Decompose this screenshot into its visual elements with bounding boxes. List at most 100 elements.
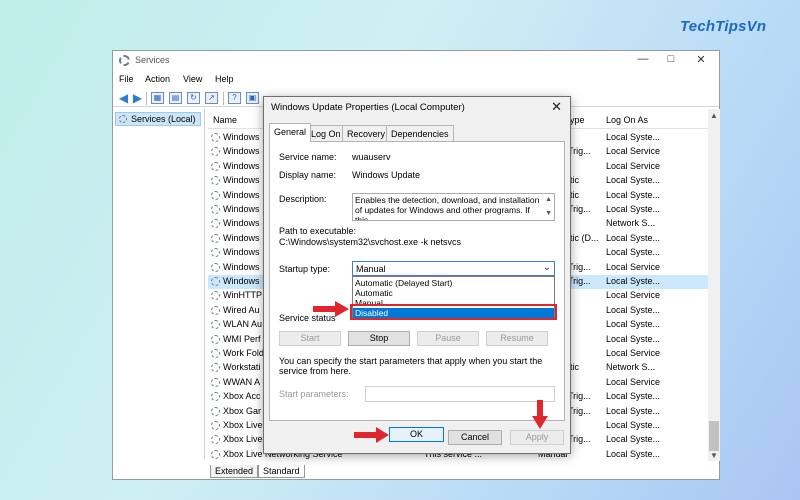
service-name: WLAN Au [223, 319, 263, 330]
path-value: C:\Windows\system32\svchost.exe -k netsv… [279, 237, 462, 247]
menu-file[interactable]: File [119, 74, 134, 84]
show-hide-icon[interactable]: ▣ [246, 92, 259, 104]
service-log-on-as: Local Syste... [606, 391, 661, 402]
minimize-button[interactable]: — [633, 53, 653, 65]
column-header-log-on-as[interactable]: Log On As [606, 115, 648, 125]
service-gear-icon [211, 334, 220, 344]
service-gear-icon [211, 450, 220, 459]
console-tree-icon[interactable]: ▦ [151, 92, 164, 104]
service-name: Xbox Live [223, 434, 263, 445]
service-name: Windows [223, 218, 260, 229]
service-gear-icon [211, 205, 220, 214]
refresh-icon[interactable]: ↻ [187, 92, 200, 104]
display-name-value: Windows Update [352, 170, 421, 180]
vertical-scrollbar[interactable]: ▲ ▼ [708, 109, 720, 461]
description-box[interactable]: Enables the detection, download, and ins… [352, 193, 555, 221]
forward-arrow-icon[interactable]: ▶ [131, 92, 144, 104]
service-log-on-as: Local Service [606, 376, 661, 387]
scroll-up-icon[interactable]: ▲ [545, 195, 552, 205]
general-panel: Service name: wuauserv Display name: Win… [269, 141, 565, 421]
services-gear-icon [119, 115, 127, 123]
view-tabs: Extended Standard [208, 463, 408, 479]
scroll-down-icon[interactable]: ▼ [545, 209, 552, 219]
service-log-on-as: Local Syste... [606, 189, 661, 200]
start-params-label: Start parameters: [279, 389, 349, 399]
tree-item-services-local[interactable]: Services (Local) [115, 112, 201, 126]
ok-button[interactable]: OK [389, 427, 444, 442]
service-gear-icon [211, 305, 220, 315]
service-log-on-as: Local Syste... [606, 276, 661, 286]
description-label: Description: [279, 194, 327, 204]
close-window-button[interactable]: ✕ [691, 53, 711, 66]
path-label: Path to executable: [279, 226, 357, 236]
menu-help[interactable]: Help [215, 74, 234, 84]
pause-button[interactable]: Pause [417, 331, 479, 346]
maximize-button[interactable]: □ [661, 53, 681, 65]
tab-standard[interactable]: Standard [258, 465, 305, 478]
option-automatic[interactable]: Automatic [353, 288, 554, 298]
tab-dependencies[interactable]: Dependencies [386, 125, 454, 141]
menu-view[interactable]: View [183, 74, 202, 84]
service-name: Windows [223, 160, 260, 171]
brand-logo: TechTipsVn [680, 18, 767, 35]
highlight-box [350, 304, 557, 320]
service-log-on-as: Local Service [606, 261, 661, 272]
chevron-down-icon: ⌄ [542, 262, 551, 273]
scroll-thumb[interactable] [709, 421, 719, 451]
tab-extended[interactable]: Extended [210, 465, 259, 478]
service-log-on-as: Local Syste... [606, 304, 661, 315]
service-log-on-as: Local Service [606, 348, 661, 358]
properties-icon[interactable]: ▤ [169, 92, 182, 104]
cancel-button[interactable]: Cancel [448, 430, 502, 445]
service-gear-icon [211, 190, 220, 200]
tab-recovery[interactable]: Recovery [342, 125, 391, 141]
service-name: Wired Au [223, 304, 260, 315]
service-log-on-as: Local Service [606, 146, 661, 157]
resume-button[interactable]: Resume [486, 331, 548, 346]
service-gear-icon [211, 392, 220, 402]
startup-type-label: Startup type: [279, 264, 331, 274]
service-log-on-as: Local Syste... [606, 333, 661, 344]
service-gear-icon [211, 147, 220, 157]
service-name-value: wuauserv [352, 152, 391, 162]
startup-type-select[interactable]: Manual ⌄ [352, 261, 555, 276]
service-log-on-as: Local Syste... [606, 449, 661, 459]
dialog-close-icon[interactable]: ✕ [551, 99, 562, 115]
toolbar-separator [146, 92, 147, 105]
service-name: Windows [223, 247, 260, 258]
column-header-name[interactable]: Name [213, 115, 237, 125]
service-name: Windows [223, 276, 260, 286]
service-log-on-as: Local Syste... [606, 232, 661, 243]
start-button[interactable]: Start [279, 331, 341, 346]
back-arrow-icon[interactable]: ◀ [117, 92, 130, 104]
option-automatic-delayed[interactable]: Automatic (Delayed Start) [353, 278, 554, 288]
service-name: Xbox Live [223, 420, 263, 430]
service-gear-icon [211, 363, 220, 373]
start-params-input[interactable] [365, 386, 555, 402]
service-name: WinHTTP [223, 290, 262, 301]
window-title: Services [135, 55, 170, 65]
scroll-down-icon[interactable]: ▼ [710, 451, 718, 460]
help-icon[interactable]: ? [228, 92, 241, 104]
tab-log-on[interactable]: Log On [306, 125, 346, 141]
menu-action[interactable]: Action [145, 74, 170, 84]
description-text: Enables the detection, download, and ins… [355, 195, 540, 221]
display-name-label: Display name: [279, 170, 337, 180]
service-log-on-as: Local Syste... [606, 405, 661, 416]
export-list-icon[interactable]: ↗ [205, 92, 218, 104]
service-gear-icon [211, 262, 220, 272]
arrow-down-icon [532, 400, 548, 429]
tree-item-label: Services (Local) [131, 114, 196, 124]
tab-general[interactable]: General [269, 123, 312, 142]
scroll-up-icon[interactable]: ▲ [710, 111, 718, 120]
service-name: Xbox Gar [223, 405, 262, 416]
service-name: Windows [223, 146, 260, 157]
service-gear-icon [211, 291, 220, 301]
service-log-on-as: Local Syste... [606, 132, 661, 142]
service-log-on-as: Local Syste... [606, 204, 661, 214]
service-log-on-as: Local Syste... [606, 434, 661, 445]
service-name: Work Fold [223, 348, 264, 358]
apply-button[interactable]: Apply [510, 430, 564, 445]
service-name: Windows [223, 175, 260, 186]
stop-button[interactable]: Stop [348, 331, 410, 346]
